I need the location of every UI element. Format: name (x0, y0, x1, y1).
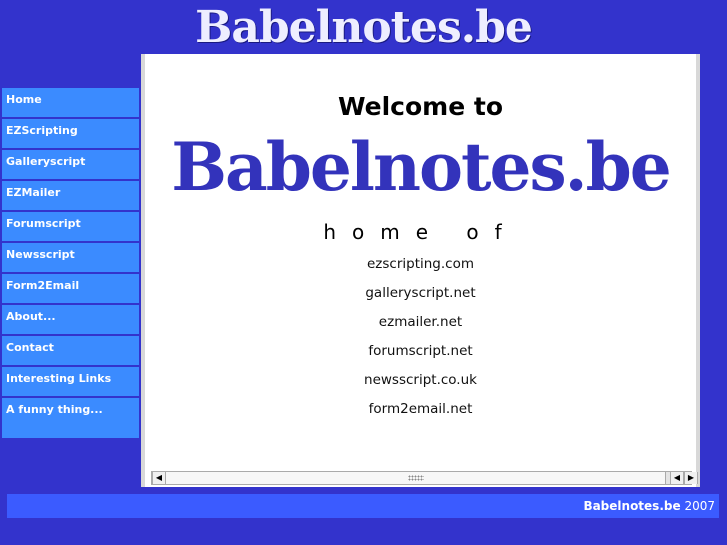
domain-link-forumscript[interactable]: forumscript.net (145, 343, 696, 372)
arrow-left-icon: ◀ (673, 473, 681, 482)
sidebar-item-home[interactable]: Home (2, 88, 139, 119)
horizontal-scrollbar[interactable]: ◀ ◀ ▶ (151, 471, 698, 485)
site-logo: Babelnotes.be (195, 2, 533, 53)
domain-list: ezscripting.com galleryscript.net ezmail… (145, 256, 696, 430)
scroll-left-button-alt[interactable]: ◀ (670, 472, 684, 484)
arrow-right-icon: ▶ (687, 473, 695, 482)
sidebar-item-interesting-links[interactable]: Interesting Links (2, 367, 139, 398)
sidebar-item-forumscript[interactable]: Forumscript (2, 212, 139, 243)
sidebar-nav: Home EZScripting Galleryscript EZMailer … (2, 88, 139, 438)
home-of-text: home of (323, 220, 518, 244)
footer-year: 2007 (684, 499, 715, 513)
scroll-left-button[interactable]: ◀ (152, 472, 166, 484)
footer-site-name: Babelnotes.be (583, 499, 681, 513)
sidebar-item-newsscript[interactable]: Newsscript (2, 243, 139, 274)
sidebar-item-galleryscript[interactable]: Galleryscript (2, 150, 139, 181)
domain-link-ezmailer[interactable]: ezmailer.net (145, 314, 696, 343)
sidebar-item-funny-thing[interactable]: A funny thing... (2, 398, 139, 438)
sidebar-item-about[interactable]: About... (2, 305, 139, 336)
welcome-heading: Welcome to (337, 92, 504, 121)
domain-link-galleryscript[interactable]: galleryscript.net (145, 285, 696, 314)
sidebar-item-form2email[interactable]: Form2Email (2, 274, 139, 305)
domain-link-form2email[interactable]: form2email.net (145, 401, 696, 430)
footer-bar: Babelnotes.be 2007 (7, 494, 719, 518)
sidebar-item-ezscripting[interactable]: EZScripting (2, 119, 139, 150)
arrow-left-icon: ◀ (155, 473, 163, 482)
main-logo: Babelnotes.be (171, 128, 672, 206)
content-frame: Welcome to Babelnotes.be home of ezscrip… (141, 54, 700, 487)
sidebar-item-contact[interactable]: Contact (2, 336, 139, 367)
scroll-right-button[interactable]: ▶ (684, 472, 698, 484)
grip-icon (408, 475, 424, 481)
domain-link-ezscripting[interactable]: ezscripting.com (145, 256, 696, 285)
scroll-thumb[interactable] (166, 472, 666, 484)
sidebar-item-ezmailer[interactable]: EZMailer (2, 181, 139, 212)
domain-link-newsscript[interactable]: newsscript.co.uk (145, 372, 696, 401)
